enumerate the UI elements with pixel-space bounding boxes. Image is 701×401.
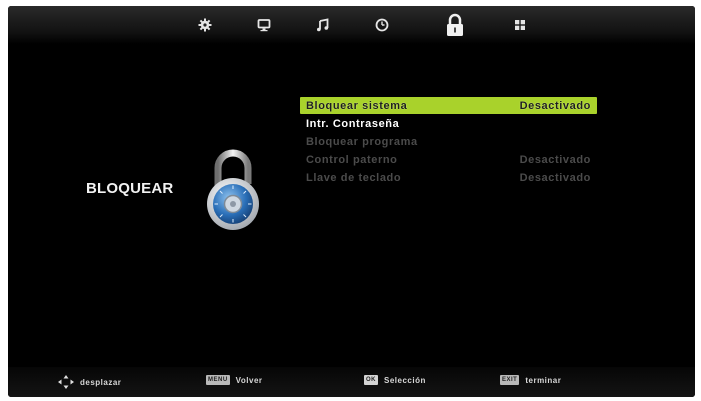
music-note-icon <box>317 18 329 32</box>
menu-item-label: Bloquear programa <box>306 135 418 148</box>
menu-item-value: Desactivado <box>519 153 591 166</box>
menu-item-llave-de-teclado: Llave de teclado Desactivado <box>300 169 597 186</box>
page-title: BLOQUEAR <box>86 180 174 197</box>
menu-item-label: Intr. Contraseña <box>306 117 400 130</box>
key-hint-bar: desplazar MENU Volver OK Selección EXIT … <box>8 367 695 397</box>
combination-padlock-icon <box>198 144 268 234</box>
hint-navigate: desplazar <box>58 375 121 389</box>
padlock-icon <box>447 13 463 36</box>
gear-icon <box>198 18 212 32</box>
menu-item-intr-contrasena[interactable]: Intr. Contraseña <box>300 115 597 132</box>
category-tab-bar <box>8 6 695 44</box>
menu-item-bloquear-sistema[interactable]: Bloquear sistema Desactivado <box>300 97 597 114</box>
menu-item-label: Llave de teclado <box>306 171 402 184</box>
menu-item-value: Desactivado <box>519 99 591 112</box>
hint-label: Volver <box>235 375 263 385</box>
menu-item-control-paterno: Control paterno Desactivado <box>300 151 597 168</box>
dpad-arrows-icon <box>58 375 74 389</box>
hint-exit: EXIT terminar <box>500 375 561 385</box>
exit-key-badge: EXIT <box>500 375 520 385</box>
hint-back: MENU Volver <box>206 375 263 385</box>
menu-item-bloquear-programa: Bloquear programa <box>300 133 597 150</box>
ok-key-badge: OK <box>364 375 378 385</box>
tab-sound[interactable] <box>311 14 335 36</box>
tab-lock[interactable] <box>440 11 470 39</box>
menu-item-label: Bloquear sistema <box>306 99 408 112</box>
monitor-icon <box>257 19 271 32</box>
tab-time[interactable] <box>370 14 394 36</box>
tab-setup[interactable] <box>508 14 532 36</box>
tab-picture[interactable] <box>252 14 276 36</box>
hint-label: desplazar <box>80 377 122 387</box>
menu-key-badge: MENU <box>206 375 230 385</box>
hint-label: Selección <box>384 375 426 385</box>
hint-select: OK Selección <box>364 375 426 385</box>
tv-screen: BLOQUEAR Bloquear sistema Desactivado In… <box>8 6 695 397</box>
hint-label: terminar <box>525 375 562 385</box>
menu-item-label: Control paterno <box>306 153 398 166</box>
menu-item-value: Desactivado <box>519 171 591 184</box>
clock-icon <box>375 18 389 32</box>
lock-menu: Bloquear sistema Desactivado Intr. Contr… <box>300 97 597 187</box>
tab-settings[interactable] <box>193 14 217 36</box>
grid-icon <box>515 20 525 30</box>
